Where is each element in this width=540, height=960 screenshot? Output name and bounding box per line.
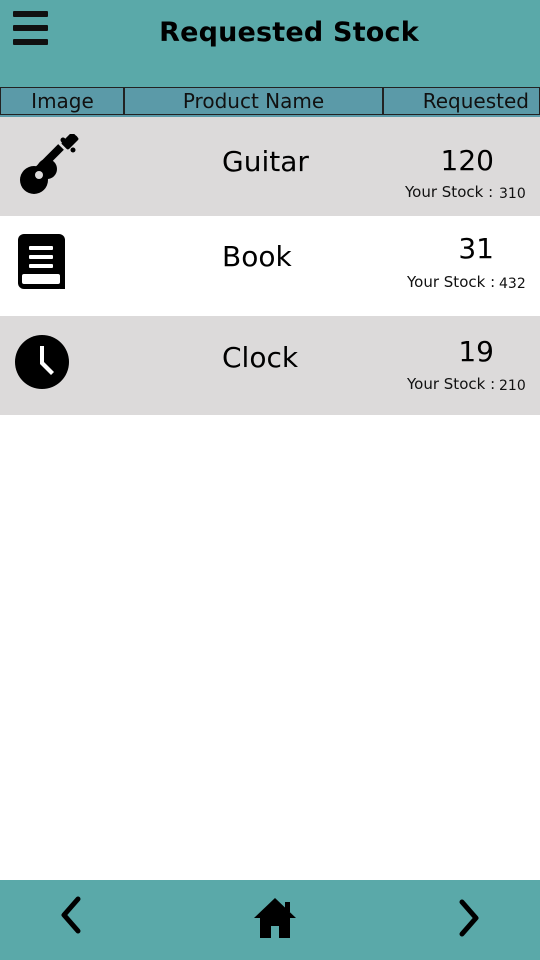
book-icon xyxy=(17,234,67,290)
column-header-product-name: Product Name xyxy=(123,87,384,115)
your-stock-value: 432 xyxy=(499,276,526,292)
clock-icon xyxy=(14,334,70,390)
bottom-nav-bar xyxy=(0,880,540,960)
table-header: Image Product Name Requested xyxy=(0,87,540,117)
product-name: Guitar xyxy=(222,145,309,178)
your-stock-label: Your Stock : xyxy=(407,273,496,291)
your-stock-label: Your Stock : xyxy=(405,183,494,201)
page-title: Requested Stock xyxy=(159,17,419,48)
your-stock-value: 210 xyxy=(499,378,526,394)
chevron-right-icon[interactable] xyxy=(454,898,484,938)
product-name: Book xyxy=(222,240,292,273)
requested-quantity: 31 xyxy=(458,232,494,265)
list-item[interactable]: Guitar 120 Your Stock : 310 xyxy=(0,117,540,216)
home-icon[interactable] xyxy=(252,896,298,940)
column-header-requested: Requested xyxy=(382,87,540,115)
chevron-left-icon[interactable] xyxy=(56,895,86,935)
column-header-image: Image xyxy=(0,87,125,115)
product-name: Clock xyxy=(222,341,299,374)
your-stock-label: Your Stock : xyxy=(407,375,496,393)
requested-quantity: 19 xyxy=(458,335,494,368)
app-header: Requested Stock xyxy=(0,0,540,87)
guitar-icon xyxy=(17,132,79,196)
list-item[interactable]: Book 31 Your Stock : 432 xyxy=(0,216,540,316)
list-item[interactable]: Clock 19 Your Stock : 210 xyxy=(0,316,540,415)
requested-quantity: 120 xyxy=(440,144,494,177)
your-stock-value: 310 xyxy=(499,186,526,202)
